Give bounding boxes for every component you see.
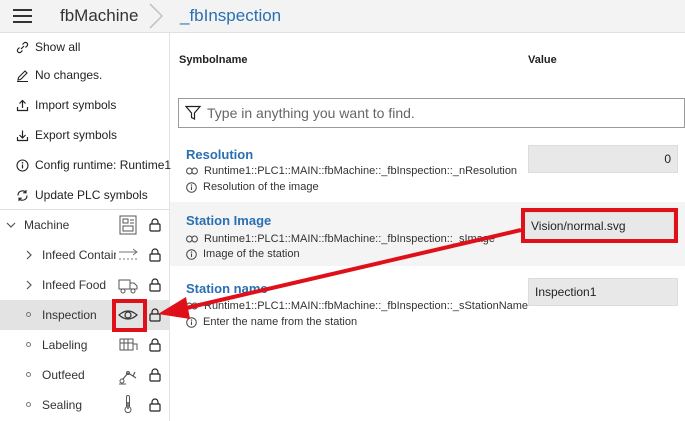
lock-icon[interactable] bbox=[149, 278, 161, 292]
chevron-right-icon[interactable] bbox=[24, 250, 34, 260]
lock-icon[interactable] bbox=[149, 398, 161, 412]
breadcrumb-current: _fbInspection bbox=[180, 6, 282, 25]
bullet-icon bbox=[26, 342, 31, 347]
pencil-icon bbox=[16, 69, 29, 82]
chevron-right-icon[interactable] bbox=[24, 280, 34, 290]
export-symbols-button[interactable]: Export symbols bbox=[0, 121, 170, 149]
symbol-path: Runtime1::PLC1::MAIN::fbMachine::_fbInsp… bbox=[186, 165, 517, 177]
machine-icon bbox=[119, 215, 137, 235]
table-row: Station name Runtime1::PLC1::MAIN::fbMac… bbox=[170, 266, 685, 332]
tree-item-label: Labeling bbox=[42, 338, 88, 352]
symbol-description: Image of the station bbox=[186, 248, 300, 260]
thermometer-icon bbox=[124, 395, 132, 414]
tree-item-label: Sealing bbox=[42, 398, 83, 412]
tree-item-label: Machine bbox=[24, 218, 70, 232]
symbol-description-text: Image of the station bbox=[203, 248, 300, 260]
info-icon bbox=[16, 158, 29, 172]
update-plc-symbols-label: Update PLC symbols bbox=[35, 188, 148, 202]
tree-item-label: Outfeed bbox=[42, 368, 85, 382]
lock-icon[interactable] bbox=[149, 368, 161, 382]
info-icon bbox=[186, 316, 197, 328]
config-runtime-label: Config runtime: Runtime1 bbox=[35, 158, 172, 172]
import-symbols-button[interactable]: Import symbols bbox=[0, 91, 170, 119]
symbol-name: Resolution bbox=[186, 147, 254, 162]
table-row: Station Image Runtime1::PLC1::MAIN::fbMa… bbox=[170, 202, 685, 266]
filter-icon bbox=[185, 105, 201, 120]
value-field-resolution[interactable]: 0 bbox=[528, 145, 678, 173]
no-changes-button[interactable]: No changes. bbox=[0, 61, 170, 89]
symbol-name: Station Image bbox=[186, 213, 272, 228]
tree-item-sealing[interactable]: Sealing bbox=[0, 390, 170, 420]
bullet-icon bbox=[26, 402, 31, 407]
tree-item-infeed-container[interactable]: Infeed Container bbox=[0, 240, 170, 270]
symbol-name: Station name bbox=[186, 281, 268, 296]
eye-icon bbox=[118, 310, 138, 320]
tree-item-label: Infeed Food bbox=[42, 278, 107, 292]
info-icon bbox=[186, 181, 197, 193]
search-box[interactable] bbox=[178, 98, 685, 128]
hamburger-icon[interactable] bbox=[13, 9, 32, 24]
value-field-station-name[interactable]: Inspection1 bbox=[528, 278, 678, 306]
show-all-label: Show all bbox=[35, 40, 81, 54]
symbol-description-text: Enter the name from the station bbox=[203, 316, 358, 328]
link-icon bbox=[16, 41, 29, 54]
lock-icon[interactable] bbox=[149, 308, 161, 322]
search-input[interactable] bbox=[207, 105, 647, 121]
lock-icon[interactable] bbox=[149, 248, 161, 262]
config-runtime-button[interactable]: Config runtime: Runtime1 bbox=[0, 151, 172, 179]
tree-item-outfeed[interactable]: Outfeed bbox=[0, 360, 170, 390]
tree-item-infeed-food[interactable]: Infeed Food bbox=[0, 270, 170, 300]
symbol-description: Resolution of the image bbox=[186, 181, 319, 193]
link-icon bbox=[186, 235, 198, 243]
lock-icon[interactable] bbox=[149, 338, 161, 352]
robot-arm-icon bbox=[119, 371, 137, 385]
symbol-path: Runtime1::PLC1::MAIN::fbMachine::_fbInsp… bbox=[186, 300, 528, 312]
sidebar: Show all No changes. Import symbols Expo… bbox=[0, 33, 172, 421]
download-icon bbox=[16, 129, 29, 142]
table-row: Resolution Runtime1::PLC1::MAIN::fbMachi… bbox=[170, 138, 685, 202]
tree-item-machine[interactable]: Machine bbox=[0, 210, 170, 240]
tree-item-label: Inspection bbox=[42, 308, 97, 322]
update-plc-symbols-button[interactable]: Update PLC symbols bbox=[0, 181, 170, 209]
tree-item-labeling[interactable]: Labeling bbox=[0, 330, 170, 360]
upload-icon bbox=[16, 99, 29, 112]
lock-icon[interactable] bbox=[149, 218, 161, 232]
link-icon bbox=[186, 167, 198, 175]
show-all-button[interactable]: Show all bbox=[0, 33, 170, 61]
link-icon bbox=[186, 302, 198, 310]
chevron-down-icon[interactable] bbox=[6, 220, 16, 230]
export-symbols-label: Export symbols bbox=[35, 128, 118, 142]
column-header-value[interactable]: Value bbox=[528, 54, 557, 66]
bullet-icon bbox=[26, 312, 31, 317]
symbol-path: Runtime1::PLC1::MAIN::fbMachine::_fbInsp… bbox=[186, 233, 495, 245]
symbol-description-text: Resolution of the image bbox=[203, 181, 319, 193]
import-symbols-label: Import symbols bbox=[35, 98, 117, 112]
truck-icon bbox=[118, 279, 138, 294]
refresh-icon bbox=[16, 189, 29, 202]
symbol-description: Enter the name from the station bbox=[186, 316, 357, 328]
breadcrumb-separator-icon bbox=[149, 3, 163, 29]
labeling-icon bbox=[119, 338, 138, 351]
symbol-path-text: Runtime1::PLC1::MAIN::fbMachine::_fbInsp… bbox=[204, 300, 529, 312]
header-bar: fbMachine _fbInspection bbox=[0, 0, 685, 33]
tree-item-label: Infeed Container bbox=[42, 248, 116, 262]
symbol-path-text: Runtime1::PLC1::MAIN::fbMachine::_fbInsp… bbox=[204, 233, 496, 245]
info-icon bbox=[186, 248, 197, 260]
no-changes-label: No changes. bbox=[35, 68, 103, 82]
value-field-station-image[interactable]: Vision/normal.svg bbox=[524, 212, 674, 240]
symbol-path-text: Runtime1::PLC1::MAIN::fbMachine::_fbInsp… bbox=[204, 165, 518, 177]
conveyor-icon bbox=[119, 248, 138, 260]
column-header-symbolname[interactable]: Symbolname bbox=[179, 54, 247, 66]
tree-item-inspection[interactable]: Inspection bbox=[0, 300, 170, 330]
breadcrumb-root[interactable]: fbMachine bbox=[60, 6, 138, 26]
bullet-icon bbox=[26, 372, 31, 377]
